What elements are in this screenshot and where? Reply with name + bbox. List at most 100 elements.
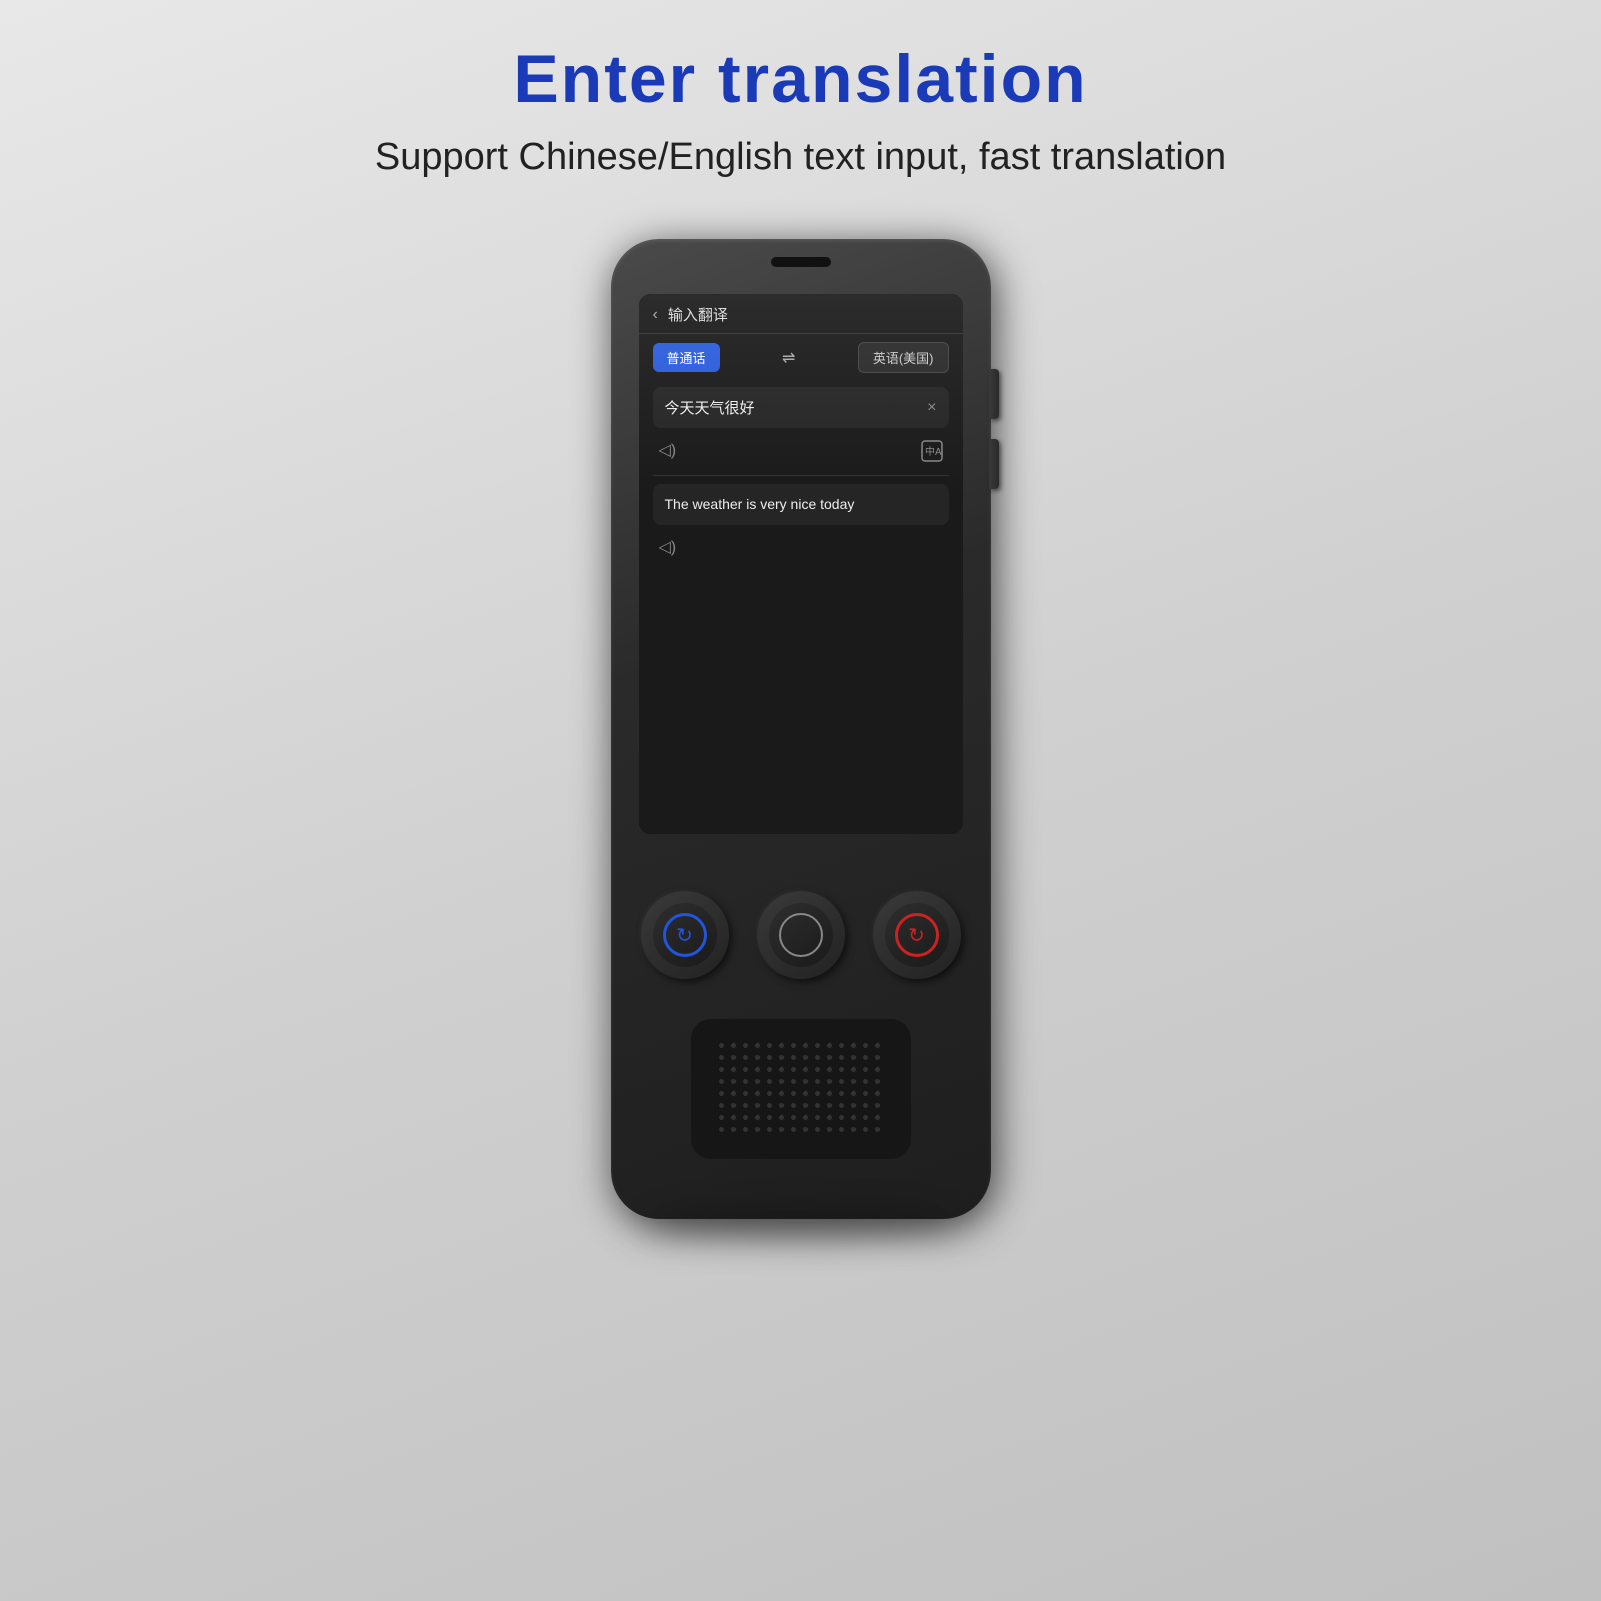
speaker-dot <box>779 1091 784 1096</box>
speaker-dot <box>743 1043 748 1048</box>
speaker-dot <box>827 1079 832 1084</box>
speaker-dot <box>767 1127 772 1132</box>
top-sensor <box>771 257 831 267</box>
speaker-dot <box>815 1043 820 1048</box>
speaker-dot <box>803 1115 808 1120</box>
speaker-dot <box>875 1067 880 1072</box>
speaker-dot <box>755 1055 760 1060</box>
speaker-dot <box>719 1127 724 1132</box>
speaker-dot <box>791 1091 796 1096</box>
clear-input-icon[interactable]: × <box>927 399 936 417</box>
speaker-dot <box>731 1055 736 1060</box>
speaker-dot <box>863 1103 868 1108</box>
back-arrow-icon[interactable]: ‹ <box>653 306 658 324</box>
speaker-dot <box>827 1091 832 1096</box>
speaker-dot <box>851 1115 856 1120</box>
speaker-dot <box>863 1115 868 1120</box>
source-speaker-icon[interactable]: ◁) <box>659 440 677 467</box>
speaker-dot <box>839 1091 844 1096</box>
speaker-dot <box>779 1043 784 1048</box>
device-shadow <box>651 1209 951 1239</box>
speaker-dot <box>815 1055 820 1060</box>
speaker-dot <box>755 1067 760 1072</box>
speaker-dot <box>791 1055 796 1060</box>
speaker-dot <box>779 1103 784 1108</box>
speaker-dot <box>719 1055 724 1060</box>
input-chinese-text: 今天天气很好 <box>665 397 755 418</box>
speaker-dot <box>731 1091 736 1096</box>
speaker-dot <box>791 1043 796 1048</box>
speaker-dot <box>803 1091 808 1096</box>
speaker-dot <box>839 1079 844 1084</box>
speaker-dot <box>803 1103 808 1108</box>
center-button[interactable] <box>757 891 845 979</box>
speaker-dot <box>803 1043 808 1048</box>
speaker-dot <box>875 1043 880 1048</box>
svg-text:中A: 中A <box>925 445 942 458</box>
speaker-dot <box>863 1043 868 1048</box>
speaker-dot <box>875 1103 880 1108</box>
speaker-dot <box>779 1067 784 1072</box>
speaker-dot <box>839 1115 844 1120</box>
speaker-dot <box>731 1043 736 1048</box>
speaker-dot <box>791 1067 796 1072</box>
speaker-dot <box>851 1103 856 1108</box>
target-lang-button[interactable]: 英语(美国) <box>858 342 949 373</box>
speaker-dot <box>803 1079 808 1084</box>
speaker-dot <box>827 1055 832 1060</box>
right-button[interactable]: ↻ <box>873 891 961 979</box>
right-side-button-2[interactable] <box>989 439 999 489</box>
speaker-dot <box>815 1103 820 1108</box>
red-refresh-icon: ↻ <box>908 923 925 948</box>
speaker-dot <box>779 1079 784 1084</box>
left-button[interactable]: ↻ <box>641 891 729 979</box>
speaker-dot <box>851 1055 856 1060</box>
speaker-dot <box>839 1043 844 1048</box>
speaker-dot <box>839 1103 844 1108</box>
speaker-dot <box>875 1115 880 1120</box>
source-controls: ◁) 中A <box>639 434 963 473</box>
speaker-dot <box>815 1091 820 1096</box>
speaker-dot <box>767 1115 772 1120</box>
speaker-dot <box>755 1103 760 1108</box>
blue-refresh-icon: ↻ <box>676 923 693 948</box>
speaker-dot <box>827 1115 832 1120</box>
speaker-dot <box>731 1115 736 1120</box>
source-lang-button[interactable]: 普通话 <box>653 343 720 372</box>
speaker-dot <box>863 1067 868 1072</box>
speaker-dot <box>779 1127 784 1132</box>
white-ring <box>779 913 823 957</box>
speaker-dot <box>767 1103 772 1108</box>
speaker-dot <box>719 1115 724 1120</box>
target-speaker-icon[interactable]: ◁) <box>659 539 677 556</box>
speaker-dot <box>743 1067 748 1072</box>
speaker-dot <box>719 1043 724 1048</box>
speaker-dot <box>755 1127 760 1132</box>
swap-languages-icon[interactable]: ⇌ <box>782 348 795 368</box>
speaker-dot <box>815 1079 820 1084</box>
speaker-dot <box>803 1127 808 1132</box>
speaker-dot <box>755 1043 760 1048</box>
speaker-dot <box>743 1103 748 1108</box>
speaker-dot <box>743 1127 748 1132</box>
speaker-dot <box>755 1115 760 1120</box>
red-ring: ↻ <box>895 913 939 957</box>
speaker-dot <box>767 1055 772 1060</box>
speaker-dot <box>791 1103 796 1108</box>
device: ‹ 输入翻译 普通话 ⇌ 英语(美国) 今天天气很好 × ◁) <box>611 239 991 1219</box>
speaker-dot <box>755 1079 760 1084</box>
speaker-dot <box>839 1055 844 1060</box>
right-side-button-1[interactable] <box>989 369 999 419</box>
speaker-dot <box>731 1103 736 1108</box>
device-screen: ‹ 输入翻译 普通话 ⇌ 英语(美国) 今天天气很好 × ◁) <box>639 294 963 834</box>
center-button-inner <box>769 903 833 967</box>
speaker-dot <box>767 1043 772 1048</box>
speaker-dot <box>803 1067 808 1072</box>
speaker-dot <box>875 1127 880 1132</box>
speaker-dot <box>851 1091 856 1096</box>
screen-ui: ‹ 输入翻译 普通话 ⇌ 英语(美国) 今天天气很好 × ◁) <box>639 294 963 834</box>
translate-button-icon[interactable]: 中A <box>921 440 943 467</box>
speaker-dot <box>875 1079 880 1084</box>
speaker-dot <box>743 1079 748 1084</box>
speaker-dot <box>719 1103 724 1108</box>
